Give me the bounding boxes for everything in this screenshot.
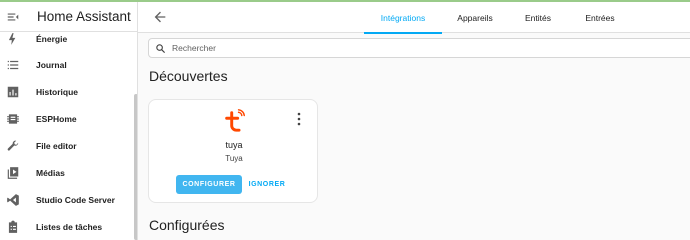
menu-collapse-icon[interactable]	[6, 10, 20, 24]
discovered-integration-card: tuya Tuya CONFIGURER IGNORER	[148, 99, 318, 203]
sidebar-item-esphome[interactable]: ESPHome	[0, 108, 132, 130]
wrench-icon	[7, 140, 19, 151]
esphome-chip-icon	[7, 114, 19, 124]
sidebar-item-label: Énergie	[36, 34, 68, 44]
sidebar-scrollbar[interactable]	[134, 94, 137, 240]
sidebar-item-journal[interactable]: Journal	[0, 54, 132, 76]
tab-integrations[interactable]: Intégrations	[364, 2, 442, 34]
search-input[interactable]	[172, 43, 472, 53]
sidebar-item-label: Historique	[36, 87, 79, 97]
tab-label: Entrées	[585, 12, 615, 23]
ignore-button[interactable]: IGNORER	[247, 175, 287, 194]
discovered-section-title: Découvertes	[149, 68, 228, 84]
search-icon	[156, 43, 166, 53]
sidebar-item-label: File editor	[36, 141, 77, 151]
more-vertical-icon[interactable]	[295, 112, 303, 126]
tab-entrees[interactable]: Entrées	[568, 2, 632, 33]
media-play-icon	[7, 167, 19, 179]
tab-label: Entités	[525, 12, 551, 23]
tab-label: Appareils	[457, 12, 493, 23]
search-bar	[148, 38, 690, 58]
lightning-bolt-icon	[8, 33, 16, 45]
configure-button[interactable]: CONFIGURER	[176, 175, 242, 194]
list-icon	[7, 60, 19, 70]
sidebar: Home Assistant Énergie Journal Historiqu…	[0, 2, 138, 240]
back-arrow-icon[interactable]	[152, 9, 168, 25]
bar-chart-icon	[7, 86, 19, 98]
integration-name: tuya	[225, 140, 243, 150]
sidebar-item-studio-code-server[interactable]: Studio Code Server	[0, 189, 132, 211]
sidebar-item-label: Médias	[36, 168, 65, 178]
sidebar-item-label: Journal	[36, 60, 67, 70]
vscode-icon	[7, 194, 19, 206]
clipboard-list-icon	[8, 220, 18, 233]
tab-label: Intégrations	[380, 12, 426, 23]
top-bar: Intégrations Appareils Entités Entrées	[138, 2, 690, 34]
app-title: Home Assistant	[37, 9, 131, 24]
sidebar-item-label: Studio Code Server	[36, 195, 115, 205]
configured-section-title: Configurées	[149, 217, 225, 233]
tab-appareils[interactable]: Appareils	[442, 2, 508, 33]
sidebar-item-label: ESPHome	[36, 114, 77, 124]
sidebar-item-file-editor[interactable]: File editor	[0, 135, 132, 157]
sidebar-item-listes-de-taches[interactable]: Listes de tâches	[0, 216, 132, 238]
sidebar-item-label: Listes de tâches	[36, 222, 103, 232]
integration-subtitle: Tuya	[225, 154, 243, 163]
sidebar-item-medias[interactable]: Médias	[0, 162, 132, 184]
sidebar-item-energie[interactable]: Énergie	[0, 28, 132, 50]
sidebar-item-historique[interactable]: Historique	[0, 81, 132, 103]
tuya-logo-icon	[225, 109, 245, 132]
tab-entites[interactable]: Entités	[508, 2, 568, 33]
